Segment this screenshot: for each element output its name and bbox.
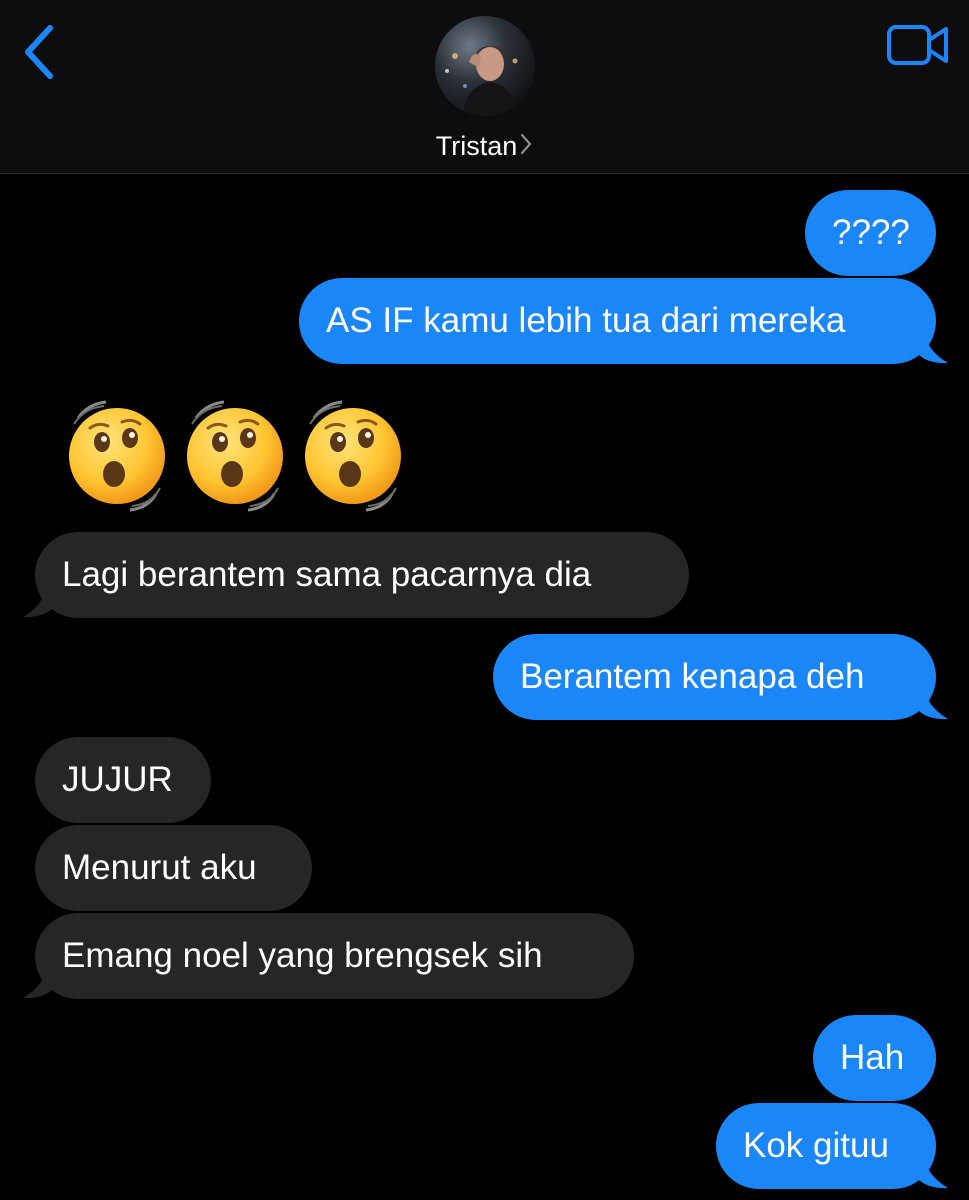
back-button[interactable] [18,22,62,82]
sent-message-bubble[interactable]: Hah [813,1015,936,1101]
bubble-tail [23,584,53,618]
hushed-face-icon [69,400,165,512]
received-message-bubble[interactable]: Menurut aku [35,825,312,911]
emoji-message[interactable] [58,398,412,514]
sent-message-bubble[interactable]: Kok gituu [716,1103,948,1189]
sent-message-bubble[interactable]: Berantem kenapa deh [493,634,948,720]
conversation-header: Tristan [0,0,969,174]
chevron-right-icon [519,126,533,166]
message-text: Berantem kenapa deh [520,657,865,696]
message-text: ???? [832,213,910,252]
received-message-bubble[interactable]: JUJUR [35,737,211,823]
sent-message-bubble[interactable]: AS IF kamu lebih tua dari mereka [299,278,948,364]
bubble-tail [918,1155,948,1189]
bubble-tail [23,965,53,999]
facetime-video-button[interactable] [886,24,950,66]
received-message-bubble[interactable]: Lagi berantem sama pacarnya dia [23,532,689,618]
contact-avatar[interactable] [435,16,535,116]
video-camera-icon [887,25,948,65]
message-text: Emang noel yang brengsek sih [62,936,543,975]
bubble-tail [918,330,948,364]
contact-name-button[interactable]: Tristan [0,126,969,166]
message-text: Lagi berantem sama pacarnya dia [62,555,592,594]
message-text: Kok gituu [743,1126,889,1165]
hushed-face-icon [187,400,283,512]
chevron-left-icon [25,25,53,79]
message-text: Hah [840,1038,905,1077]
message-text: JUJUR [62,760,173,799]
messages-screen: Tristan ???? AS IF kamu lebih tua dari m… [0,0,969,1200]
sent-message-bubble[interactable]: ???? [805,190,936,276]
hushed-face-icon [305,400,401,512]
bubble-tail [918,686,948,720]
message-thread: ???? AS IF kamu lebih tua dari mereka La… [0,174,969,1200]
contact-name: Tristan [435,131,518,161]
message-text: Menurut aku [62,848,257,887]
message-text: AS IF kamu lebih tua dari mereka [326,301,846,340]
received-message-bubble[interactable]: Emang noel yang brengsek sih [23,913,634,999]
